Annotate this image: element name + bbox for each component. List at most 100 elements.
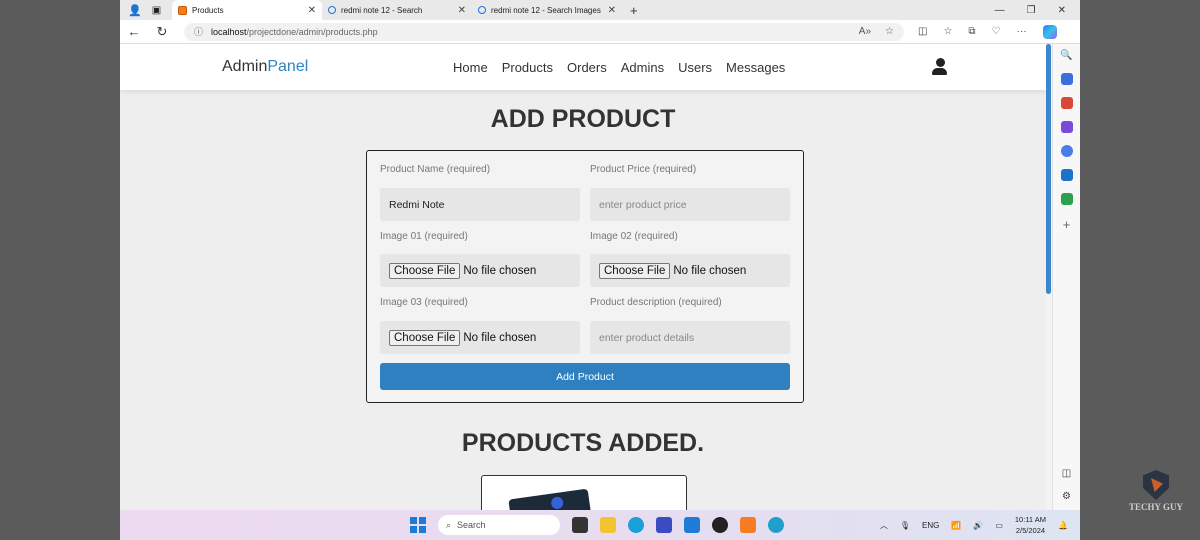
url-field[interactable]: ⓘ localhost/projectdone/admin/products.p… — [184, 22, 904, 41]
language-indicator[interactable]: ENG — [922, 521, 939, 530]
favorite-star-icon[interactable]: ☆ — [885, 26, 894, 37]
admin-header: AdminPanel Home Products Orders Admins U… — [120, 44, 1046, 90]
product-name-input[interactable]: Redmi Note — [380, 188, 580, 221]
image3-label: Image 03 (required) — [380, 297, 468, 308]
description-label: Product description (required) — [590, 297, 722, 308]
close-icon[interactable]: ✕ — [308, 5, 316, 16]
restore-icon[interactable]: ❐ — [1027, 5, 1036, 16]
app-icon-cube[interactable] — [572, 517, 588, 533]
sidebar-settings-icon[interactable]: ⚙ — [1062, 491, 1071, 502]
microphone-icon[interactable]: 🎙 — [900, 521, 910, 530]
close-icon[interactable]: ✕ — [458, 5, 466, 16]
chevron-up-icon[interactable]: ︿ — [880, 520, 888, 531]
product-card — [481, 475, 687, 510]
recording-right-bar — [1080, 0, 1200, 540]
url-host: localhost — [211, 26, 247, 37]
url-path: /projectdone/admin/products.php — [246, 26, 378, 37]
nav-products[interactable]: Products — [502, 60, 553, 75]
address-bar: ← ↻ ⓘ localhost/projectdone/admin/produc… — [120, 20, 1080, 44]
close-icon[interactable]: ✕ — [608, 5, 616, 16]
tab-label: redmi note 12 - Search — [341, 5, 423, 15]
main-nav: Home Products Orders Admins Users Messag… — [453, 60, 785, 75]
tab-redmi-search[interactable]: redmi note 12 - Search ✕ — [322, 0, 472, 20]
tab-actions-icon[interactable]: ▣ — [152, 5, 161, 16]
webpage: AdminPanel Home Products Orders Admins U… — [120, 44, 1046, 510]
minimize-icon[interactable]: — — [995, 5, 1005, 16]
outlook-icon[interactable] — [1060, 169, 1073, 181]
image1-label: Image 01 (required) — [380, 231, 468, 242]
edge-icon[interactable] — [628, 517, 644, 533]
tab-products[interactable]: Products ✕ — [172, 0, 322, 20]
brand-logo[interactable]: AdminPanel — [222, 58, 308, 76]
obs-icon[interactable] — [712, 517, 728, 533]
battery-icon[interactable]: ▭ — [995, 521, 1003, 530]
tab-label: Products — [192, 5, 224, 15]
choose-file-button[interactable]: Choose File — [389, 262, 461, 279]
windows-taskbar: ⌕ Search ︿ 🎙 ENG 📶 🔊 ▭ 10:11 AM 2/5/2024… — [120, 510, 1080, 540]
edge-dev-icon[interactable] — [768, 517, 784, 533]
add-sidebar-icon[interactable]: + — [1063, 217, 1071, 232]
profile-icon[interactable]: 👤 — [128, 4, 142, 17]
info-icon[interactable]: ⓘ — [194, 25, 203, 38]
search-icon — [328, 6, 336, 14]
tab-redmi-images[interactable]: redmi note 12 - Search Images ✕ — [472, 0, 622, 20]
back-icon[interactable]: ← — [120, 24, 148, 39]
toolbox-icon[interactable] — [1060, 97, 1073, 109]
copilot-icon[interactable] — [1042, 24, 1057, 39]
page-scrollbar[interactable] — [1046, 44, 1051, 294]
nav-orders[interactable]: Orders — [567, 60, 607, 75]
nav-home[interactable]: Home — [453, 60, 488, 75]
favorites-icon[interactable]: ☆ — [943, 26, 952, 37]
edge-sidebar: 🔍 + ◫ ⚙ — [1052, 44, 1080, 510]
new-tab-button[interactable]: + — [622, 3, 646, 18]
volume-icon[interactable]: 🔊 — [973, 521, 983, 530]
image2-file-input: Choose File No file chosen — [590, 254, 790, 287]
read-aloud-icon[interactable]: A» — [859, 26, 871, 37]
shopping-cart-icon[interactable] — [1060, 193, 1073, 205]
image1-file-input: Choose File No file chosen — [380, 254, 580, 287]
add-product-heading: ADD PRODUCT — [490, 105, 676, 133]
collections-icon[interactable]: ⧉ — [968, 26, 975, 37]
nav-messages[interactable]: Messages — [726, 60, 785, 75]
microsoft365-icon[interactable] — [1060, 145, 1073, 157]
xampp-icon[interactable] — [740, 517, 756, 533]
recording-left-bar — [0, 0, 120, 540]
search-icon[interactable]: 🔍 — [1060, 50, 1072, 61]
add-product-button[interactable]: Add Product — [380, 363, 790, 390]
file-status: No file chosen — [463, 264, 537, 277]
product-image — [508, 488, 592, 510]
shield-logo-icon — [1143, 470, 1169, 500]
channel-watermark: TECHY GUY — [1126, 470, 1186, 512]
browser-essentials-icon[interactable]: ♡ — [992, 26, 1001, 37]
nav-users[interactable]: Users — [678, 60, 712, 75]
notification-bell-icon[interactable]: 🔔 — [1058, 521, 1068, 530]
nav-admins[interactable]: Admins — [621, 60, 664, 75]
split-screen-icon[interactable]: ◫ — [918, 26, 927, 37]
brand-suffix: Panel — [267, 58, 309, 75]
product-price-input[interactable]: enter product price — [590, 188, 790, 221]
hide-sidebar-icon[interactable]: ◫ — [1062, 468, 1071, 479]
more-menu-icon[interactable]: ··· — [1017, 26, 1027, 37]
refresh-icon[interactable]: ↻ — [148, 24, 176, 40]
add-product-form: Product Name (required) Product Price (r… — [366, 150, 804, 403]
clock-date: 2/5/2024 — [1015, 526, 1046, 535]
user-icon[interactable] — [932, 58, 948, 76]
file-explorer-icon[interactable] — [600, 517, 616, 533]
search-icon — [478, 6, 486, 14]
description-input[interactable]: enter product details — [590, 321, 790, 354]
product-name-label: Product Name (required) — [380, 164, 491, 175]
vscode-icon[interactable] — [684, 517, 700, 533]
tab-label: redmi note 12 - Search Images — [491, 5, 601, 15]
windows-start-icon[interactable] — [410, 517, 426, 533]
clock[interactable]: 10:11 AM 2/5/2024 — [1015, 514, 1046, 536]
taskbar-search[interactable]: ⌕ Search — [438, 515, 560, 535]
wifi-icon[interactable]: 📶 — [951, 521, 961, 530]
app-icon-m[interactable] — [656, 517, 672, 533]
games-icon[interactable] — [1060, 121, 1073, 133]
browser-tab-strip: 👤 ▣ Products ✕ redmi note 12 - Search ✕ … — [120, 0, 1080, 20]
close-window-icon[interactable]: ✕ — [1058, 5, 1066, 16]
choose-file-button[interactable]: Choose File — [599, 262, 671, 279]
search-icon: ⌕ — [446, 519, 452, 530]
choose-file-button[interactable]: Choose File — [389, 329, 461, 346]
shopping-tag-icon[interactable] — [1060, 73, 1073, 85]
